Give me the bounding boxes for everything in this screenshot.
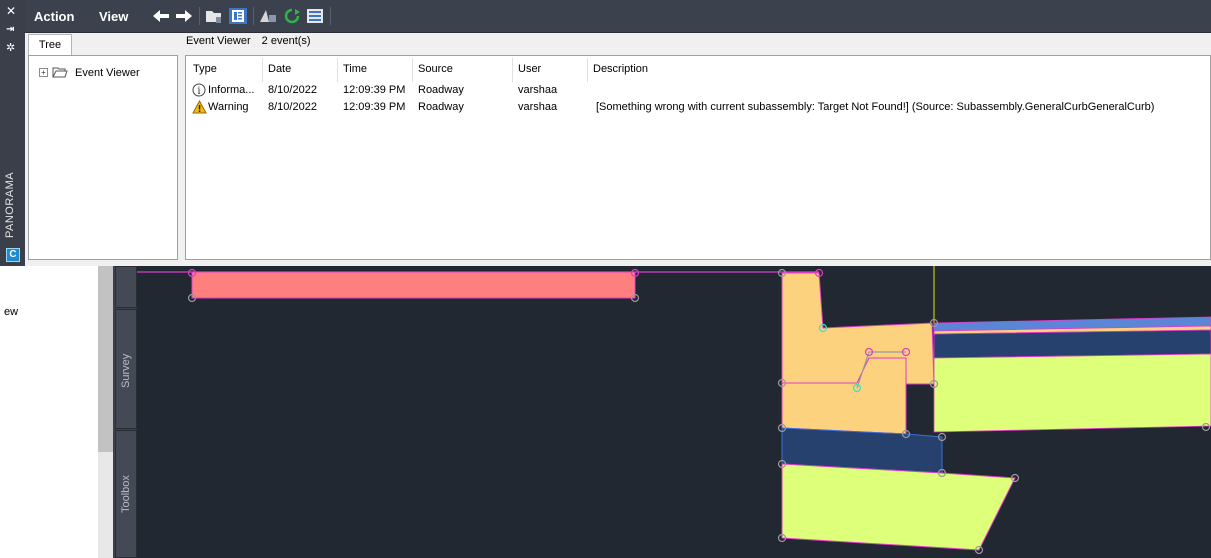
column-divider[interactable] [512, 58, 513, 82]
toolbar-separator [199, 7, 200, 25]
folder-open-icon [52, 67, 68, 78]
event-count: 2 event(s) [261, 35, 311, 47]
tab-survey-label: Survey [120, 353, 132, 388]
column-divider[interactable] [262, 58, 263, 82]
column-divider[interactable] [412, 58, 413, 82]
event-user: varshaa [518, 101, 558, 113]
toolbar-separator [330, 7, 331, 25]
drawing-canvas[interactable] [137, 266, 1211, 558]
autocad-civil3d-window: ✕ ⇥ ✲ PANORAMA C Action View Tree + Even… [0, 0, 1211, 558]
column-header-user[interactable]: User [518, 63, 541, 75]
event-description: [Something wrong with current subassembl… [596, 101, 1155, 113]
pink-shape[interactable] [191, 271, 636, 299]
open-folder-icon[interactable] [205, 8, 223, 24]
event-time: 12:09:39 PM [343, 84, 406, 96]
tool-palette-content: ew [0, 266, 98, 558]
event-source: Roadway [418, 84, 464, 96]
event-viewer-header: Event Viewer 2 event(s) [186, 35, 319, 51]
tool-palette-label-fragment: ew [4, 306, 19, 318]
svg-text:i: i [197, 86, 200, 97]
tab-tree[interactable]: Tree [28, 34, 72, 55]
column-header-type[interactable]: Type [193, 63, 217, 75]
tree-node-label: Event Viewer [75, 67, 140, 79]
event-viewer-title: Event Viewer [186, 35, 251, 47]
column-header-description[interactable]: Description [593, 63, 648, 75]
panorama-title-strip: ✕ ⇥ ✲ PANORAMA C [0, 0, 25, 266]
menu-action[interactable]: Action [34, 9, 74, 24]
properties-icon[interactable]: ✲ [6, 42, 15, 54]
tool-palette-tabs: Survey Toolbox [113, 266, 137, 558]
event-date: 8/10/2022 [268, 101, 317, 113]
list-view-icon[interactable] [306, 8, 324, 24]
refresh-icon[interactable] [283, 8, 301, 24]
info-icon: i [192, 83, 206, 97]
panorama-menubar: Action View [25, 0, 1211, 33]
event-user: varshaa [518, 84, 558, 96]
panorama-title: PANORAMA [4, 171, 16, 238]
column-header-date[interactable]: Date [268, 63, 291, 75]
column-divider[interactable] [587, 58, 588, 82]
filter-icon[interactable] [259, 8, 277, 24]
navy-layer-shape[interactable] [933, 329, 1211, 359]
expand-icon[interactable]: + [39, 68, 48, 77]
civil3d-logo-icon: C [6, 248, 20, 262]
tree-pane: + Event Viewer [28, 55, 178, 260]
panorama-content: Tree + Event Viewer Event Viewer 2 event… [25, 33, 1211, 266]
lime-layer-shape[interactable] [933, 353, 1211, 433]
tab-toolbox-label: Toolbox [120, 475, 132, 513]
back-arrow-icon[interactable] [152, 8, 170, 24]
tab-partial[interactable] [115, 266, 137, 308]
event-type: Informa... [208, 84, 255, 96]
event-source: Roadway [418, 101, 464, 113]
panel-toggle-icon[interactable] [229, 8, 247, 24]
column-divider[interactable] [337, 58, 338, 82]
scrollbar-thumb[interactable] [98, 266, 113, 452]
column-header-source[interactable]: Source [418, 63, 453, 75]
tab-toolbox[interactable]: Toolbox [115, 430, 137, 558]
event-time: 12:09:39 PM [343, 101, 406, 113]
close-icon[interactable]: ✕ [6, 5, 16, 17]
auto-hide-icon[interactable]: ⇥ [6, 24, 14, 36]
event-list: Type Date Time Source User Description i… [185, 55, 1211, 260]
menu-view[interactable]: View [99, 9, 128, 24]
lime-base-shape[interactable] [781, 463, 1016, 551]
tool-palette-scrollbar[interactable] [98, 266, 113, 558]
tab-survey[interactable]: Survey [115, 309, 137, 429]
forward-arrow-icon[interactable] [175, 8, 193, 24]
event-date: 8/10/2022 [268, 84, 317, 96]
warning-icon [192, 100, 207, 114]
column-header-time[interactable]: Time [343, 63, 367, 75]
curb-top-shape[interactable] [781, 272, 935, 385]
event-type: Warning [208, 101, 249, 113]
toolbar-separator [253, 7, 254, 25]
